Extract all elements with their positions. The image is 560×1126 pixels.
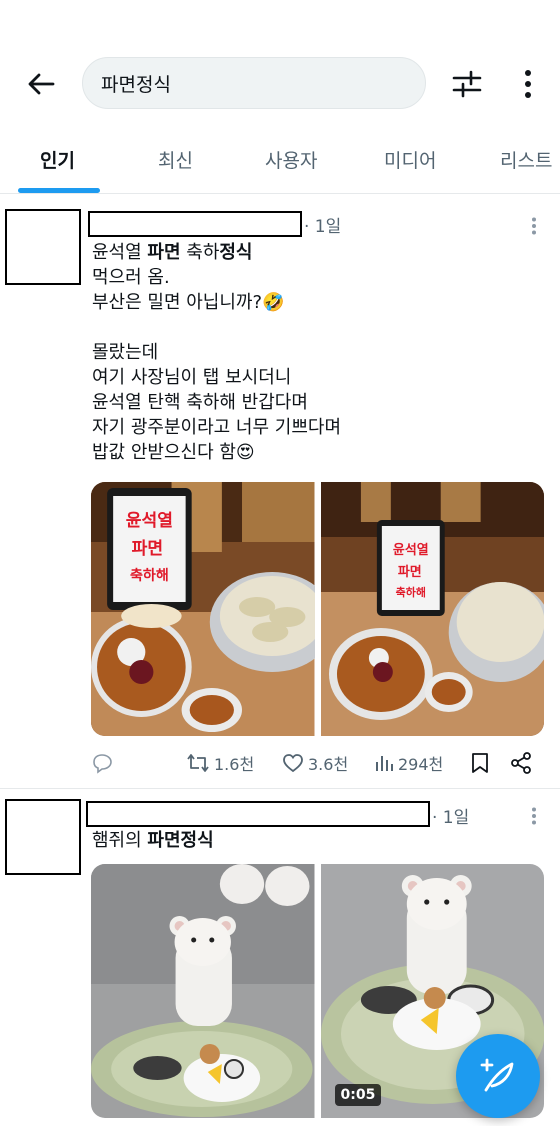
post-photo-2[interactable]: 윤석열 파면 축하해 — [320, 482, 544, 736]
sign-line-2: 파면 — [132, 539, 163, 559]
heart-icon — [283, 754, 303, 773]
search-tabs: 인기 최신 사용자 미디어 리스트 — [0, 130, 560, 194]
video-duration: 0:05 — [334, 1084, 382, 1106]
post-divider — [0, 788, 560, 789]
avatar[interactable] — [5, 799, 81, 875]
search-filter-button[interactable] — [448, 66, 486, 102]
retweet-button[interactable]: 1.6천 — [186, 748, 254, 778]
tab-users[interactable]: 사용자 — [265, 146, 317, 173]
post-time: · 1일 — [304, 217, 342, 237]
sign-line-1: 윤석열 — [392, 542, 428, 558]
author-name-redacted[interactable] — [88, 211, 302, 237]
reply-icon — [93, 754, 112, 774]
share-icon — [511, 752, 531, 774]
food-photo: 윤석열 파면 축하해 — [91, 482, 315, 736]
figurine-photo — [91, 864, 315, 1118]
compose-button[interactable] — [456, 1034, 540, 1118]
retweet-count: 1.6천 — [214, 755, 255, 774]
top-bar — [0, 0, 560, 130]
tab-popular[interactable]: 인기 — [40, 146, 75, 173]
views-button[interactable]: 294천 — [374, 748, 443, 778]
tab-lists[interactable]: 리스트 — [500, 146, 552, 173]
post-menu-button[interactable] — [524, 216, 544, 236]
avatar[interactable] — [5, 209, 81, 285]
back-arrow-icon — [28, 73, 55, 95]
like-button[interactable]: 3.6천 — [282, 748, 348, 778]
retweet-icon — [187, 754, 209, 772]
back-button[interactable] — [22, 66, 60, 102]
tab-latest[interactable]: 최신 — [158, 146, 193, 173]
food-photo: 윤석열 파면 축하해 — [320, 482, 544, 736]
author-name-redacted[interactable] — [86, 801, 430, 827]
sliders-icon — [452, 70, 482, 98]
share-button[interactable] — [510, 748, 532, 778]
post-text: 햄쥐의 파면정식 — [92, 830, 214, 851]
post-media: 윤석열 파면 축하해 윤석열 파면 축하해 — [91, 482, 544, 736]
post-menu-button[interactable] — [524, 806, 544, 826]
compose-feather-icon — [480, 1058, 514, 1092]
more-options-button[interactable] — [510, 66, 546, 102]
sign-line-3: 축하해 — [395, 585, 425, 599]
sign-line-3: 축하해 — [130, 567, 169, 584]
post-text: 윤석열 파면 축하정식 먹으러 옴. 부산은 밀면 아닙니까?🤣 몰랐는데 여기… — [92, 242, 342, 463]
search-input[interactable] — [101, 72, 425, 94]
vertical-ellipsis-icon — [525, 70, 531, 98]
sign-line-1: 윤석열 — [126, 511, 173, 531]
vertical-ellipsis-icon — [532, 217, 536, 235]
post-actions: 1.6천 3.6천 294천 — [0, 748, 560, 778]
like-count: 3.6천 — [308, 755, 349, 774]
bookmark-button[interactable] — [470, 748, 490, 778]
post-time: · 1일 — [432, 808, 470, 828]
vertical-ellipsis-icon — [532, 807, 536, 825]
active-tab-indicator — [18, 188, 100, 193]
search-field[interactable] — [82, 57, 426, 109]
sign-line-2: 파면 — [397, 564, 421, 580]
post-photo-1[interactable]: 윤석열 파면 축하해 — [91, 482, 315, 736]
tab-media[interactable]: 미디어 — [384, 146, 436, 173]
reply-button[interactable] — [90, 748, 114, 778]
bar-chart-icon — [376, 756, 393, 771]
view-count: 294천 — [398, 755, 444, 774]
bookmark-icon — [472, 753, 488, 773]
post-photo-1[interactable] — [91, 864, 315, 1118]
